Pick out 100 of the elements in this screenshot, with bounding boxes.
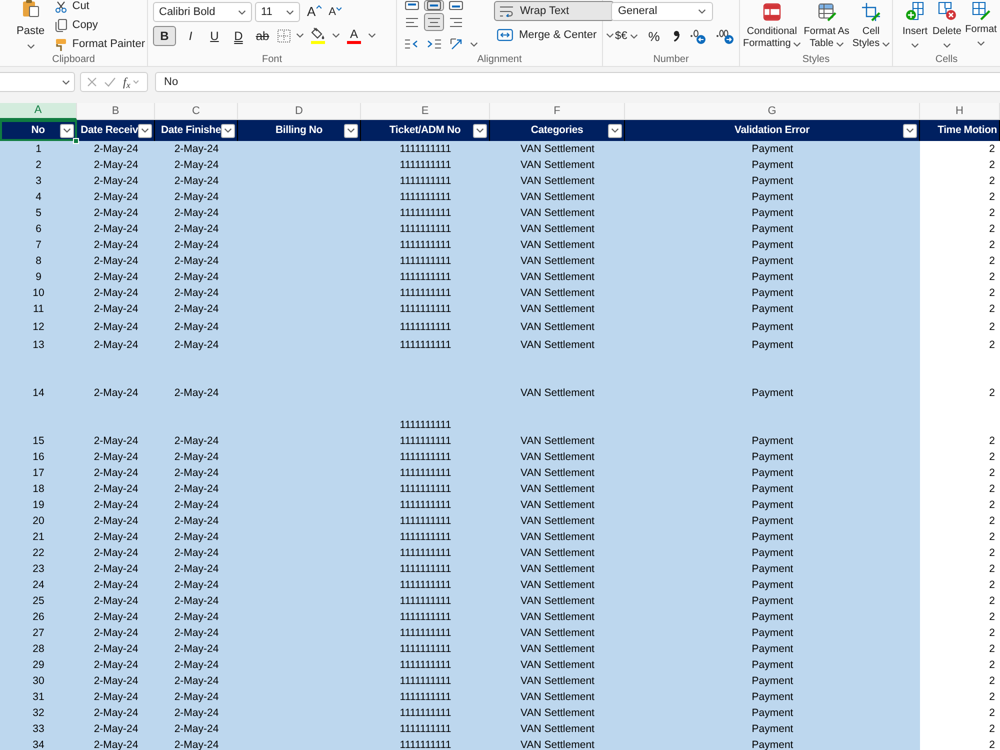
chevron-down-icon[interactable]: [296, 33, 304, 38]
currency-button[interactable]: $€: [615, 30, 628, 42]
filter-button[interactable]: [473, 124, 487, 138]
grow-font-button[interactable]: A: [307, 3, 322, 21]
table-cell-text: 1111111111: [398, 190, 452, 205]
italic-button[interactable]: I: [181, 26, 200, 46]
table-cell-text: Payment: [750, 690, 794, 705]
header-cell[interactable]: Categories: [490, 120, 625, 141]
delete-button[interactable]: Delete: [931, 0, 963, 54]
bold-button[interactable]: B: [153, 26, 176, 46]
header-cell[interactable]: Ticket/ADM No: [361, 120, 490, 141]
table-cell-text: 1111111111: [398, 338, 452, 353]
format-painter-button[interactable]: Format Painter: [53, 35, 147, 54]
fill-handle[interactable]: [73, 138, 79, 144]
table-cell-text: 2-May-24: [92, 482, 140, 497]
table-cell-text: VAN Settlement: [520, 466, 596, 481]
header-cell[interactable]: Billing No: [238, 120, 361, 141]
font-size-field[interactable]: 11: [255, 2, 300, 22]
header-cell[interactable]: Validation Error: [625, 120, 920, 141]
table-cell-text: 1111111111: [398, 466, 452, 481]
caret-up-icon: [316, 5, 322, 9]
chevron-down-icon[interactable]: [470, 42, 478, 46]
wrap-text-button[interactable]: Wrap Text: [494, 1, 614, 21]
chevron-down-icon: [224, 128, 232, 133]
chevron-down-icon: [63, 128, 71, 133]
font-name-field[interactable]: Calibri Bold: [153, 2, 252, 22]
comma-icon[interactable]: [672, 30, 680, 42]
table-cell-text: 1111111111: [398, 530, 452, 545]
font-color-button[interactable]: A: [345, 26, 363, 46]
check-icon[interactable]: [104, 77, 116, 87]
alignment-button[interactable]: [446, 0, 466, 11]
header-cell[interactable]: Date Finishe: [155, 120, 238, 141]
filter-button[interactable]: [608, 124, 622, 138]
table-cell-text: 6: [34, 222, 42, 237]
table-cell-text: 2: [988, 498, 996, 513]
table-cell-text: VAN Settlement: [520, 690, 596, 705]
double-underline-button[interactable]: D: [229, 26, 248, 46]
table-cell-text: 2-May-24: [173, 674, 220, 689]
paste-button[interactable]: Paste: [10, 0, 52, 52]
filter-button[interactable]: [138, 124, 152, 138]
column-letter[interactable]: A: [0, 103, 77, 120]
insert-function-button[interactable]: f$_{x}$: [123, 76, 130, 88]
chevron-down-icon[interactable]: [630, 34, 638, 38]
table-cell-text: 2-May-24: [173, 722, 220, 737]
chevron-down-icon: [347, 128, 355, 133]
table-cell-text: 2-May-24: [92, 546, 140, 561]
fill-color-button[interactable]: [309, 26, 327, 46]
table-cell-text: 1111111111: [398, 658, 452, 673]
decrease-decimal-icon[interactable]: [716, 28, 734, 44]
table-cell-text: 9: [34, 270, 42, 285]
borders-icon[interactable]: [277, 28, 291, 42]
table-cell-text: 2-May-24: [92, 238, 140, 253]
shrink-font-button[interactable]: A: [328, 3, 342, 21]
table-cell-text: 2-May-24: [92, 738, 140, 750]
alignment-button[interactable]: [424, 0, 444, 11]
table-cell-text: 33: [32, 722, 46, 737]
filter-button[interactable]: [903, 124, 917, 138]
table-cell-text: 2-May-24: [92, 338, 140, 353]
strikethrough-button[interactable]: ab: [253, 26, 272, 46]
table-cell-text: 2-May-24: [92, 578, 140, 593]
percent-button[interactable]: %: [648, 30, 660, 42]
format-as-table-button[interactable]: Format As Table: [804, 0, 850, 54]
table-cell-text: 1111111111: [398, 482, 452, 497]
header-cell[interactable]: Date Receiv: [77, 120, 155, 141]
table-cell-text: 2-May-24: [173, 514, 220, 529]
format-button[interactable]: Format: [963, 0, 999, 54]
table-cell-text: VAN Settlement: [520, 578, 596, 593]
conditional-formatting-button[interactable]: Conditional Formatting: [743, 0, 801, 54]
chevron-down-icon[interactable]: [606, 32, 614, 38]
filter-button[interactable]: [60, 124, 74, 138]
cut-button[interactable]: Cut: [53, 0, 147, 16]
copy-button[interactable]: Copy: [53, 16, 147, 35]
header-cell[interactable]: Time Motion: [920, 120, 1000, 141]
increase-decimal-icon[interactable]: [690, 28, 706, 44]
underline-button[interactable]: U: [205, 26, 224, 46]
chevron-down-icon[interactable]: [332, 33, 340, 38]
cell-styles-button[interactable]: Cell Styles: [852, 0, 890, 54]
merge-center-button[interactable]: Merge & Center: [494, 26, 600, 44]
header-label: Ticket/ADM No: [388, 122, 462, 138]
table-cell-text: VAN Settlement: [520, 530, 596, 545]
table-cell-text: 2-May-24: [173, 434, 220, 449]
align-center-icon: [428, 18, 440, 26]
chevron-down-icon[interactable]: [368, 33, 376, 38]
table-cell-text: 10: [32, 286, 46, 301]
table-cell-text: 2: [988, 690, 996, 705]
table-cell-text: 2-May-24: [92, 594, 140, 609]
crop-pen-icon: [860, 2, 881, 22]
table-cell-text: 2-May-24: [173, 738, 220, 750]
filter-button[interactable]: [221, 124, 235, 138]
insert-button[interactable]: Insert: [899, 0, 931, 54]
table-cell-text: VAN Settlement: [520, 642, 596, 657]
formula-field[interactable]: No: [155, 72, 1000, 92]
filter-button[interactable]: [344, 124, 358, 138]
table-cell-text: Payment: [750, 578, 794, 593]
header-cell[interactable]: No: [0, 120, 77, 141]
alignment-button[interactable]: [402, 0, 422, 11]
table-cell-text: VAN Settlement: [520, 738, 596, 750]
table-cell-text: 2: [988, 514, 996, 529]
alignment-button[interactable]: [424, 13, 444, 31]
number-format-field[interactable]: General: [611, 2, 713, 21]
